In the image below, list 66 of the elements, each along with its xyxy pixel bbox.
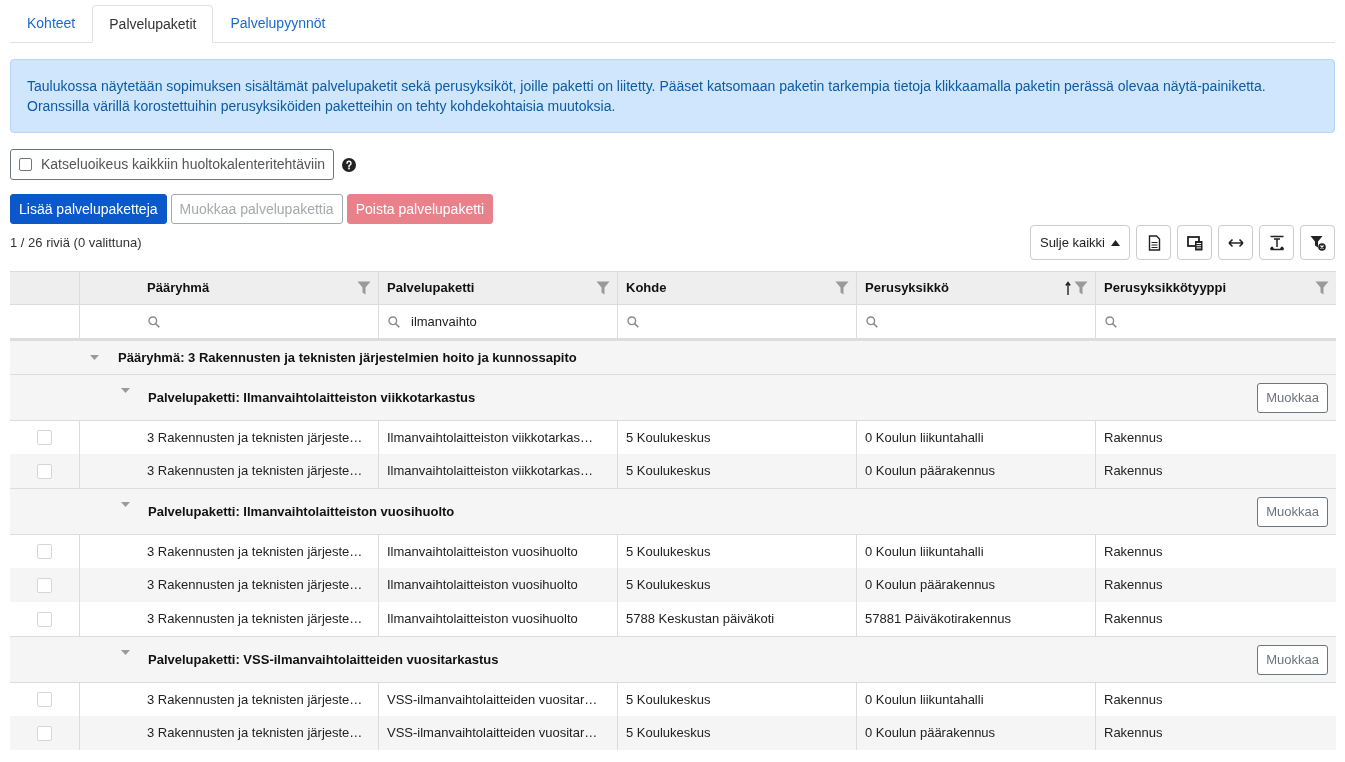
row-checkbox[interactable] — [37, 577, 52, 593]
search-icon — [627, 315, 639, 328]
help-icon[interactable] — [342, 157, 357, 172]
group-label: Palvelupaketti: Ilmanvaihtolaitteiston viikkotarkastus — [148, 388, 476, 407]
edit-button[interactable]: Muokkaa — [1257, 382, 1328, 413]
filter-field[interactable]: ilmanvaihto — [379, 305, 618, 338]
column-header[interactable]: Perusyksikkötyyppi — [1104, 278, 1227, 298]
caret-icon[interactable] — [121, 388, 130, 393]
checkbox[interactable] — [19, 158, 32, 171]
filter-clear-icon — [1309, 234, 1326, 251]
search-icon — [1105, 315, 1117, 328]
column-header[interactable]: Perusyksikkö — [865, 278, 949, 298]
filter-icon[interactable] — [835, 281, 849, 295]
edit-button[interactable]: Muokkaa — [1257, 496, 1328, 527]
tab[interactable]: Palvelupaketit — [92, 5, 214, 43]
table-cell-text: Rakennus — [1103, 428, 1164, 447]
search-icon — [388, 315, 400, 328]
double-arrow-icon — [1227, 237, 1244, 248]
table-cell-text: Rakennus — [1103, 724, 1164, 743]
group-label: Palvelupaketti: Ilmanvaihtolaitteiston vuosihuolto — [148, 502, 455, 521]
group-label: Palvelupaketti: VSS-ilmanvaihtolaitteiden vuositarkastus — [148, 650, 499, 669]
filter-icon[interactable] — [596, 281, 610, 295]
text-height-icon — [1268, 234, 1285, 251]
search-icon — [866, 315, 878, 328]
table-cell: VSS-ilmanvaihtolaitteiden vuositar… — [379, 716, 618, 750]
row-checkbox[interactable] — [37, 725, 52, 741]
collapse-all-button[interactable]: Sulje kaikki — [1029, 225, 1130, 260]
row-checkbox[interactable] — [37, 544, 52, 559]
filter-icon[interactable] — [1315, 281, 1329, 295]
column-header[interactable]: Palvelupaketti — [387, 278, 475, 298]
row-checkbox[interactable] — [37, 463, 52, 479]
column-header[interactable]: Kohde — [626, 278, 667, 298]
row-checkbox[interactable] — [37, 611, 52, 627]
action-button[interactable]: Lisää palvelupaketteja — [10, 194, 167, 224]
panel-icon — [1186, 234, 1203, 251]
tab[interactable]: Palvelupyynnöt — [213, 5, 343, 42]
caret-icon[interactable] — [121, 650, 130, 655]
caret-up-icon — [1111, 239, 1120, 246]
table-cell: 0 Koulun päärakennus — [857, 716, 1096, 750]
filter-icon[interactable] — [357, 281, 371, 295]
table-cell-text: Rakennus — [1103, 542, 1164, 561]
search-icon — [148, 315, 160, 328]
table-cell-text: Rakennus — [1103, 576, 1164, 595]
info-text: Taulukossa näytetään sopimuksen sisältämät palvelupaketit sekä perusyksiköt, joille paketti on liitetty. Pääset katsomaan paketin tarkempia tietoja klikkaamalla paketin perässä olevaa näytä-painiketta. — [27, 77, 1267, 96]
column-header[interactable]: Pääryhmä — [147, 278, 210, 298]
row-count: 1 / 26 riviä (0 valittuna) — [10, 233, 142, 252]
table-cell: 3 Rakennusten ja teknisten järjeste… — [80, 716, 379, 750]
edit-button[interactable]: Muokkaa — [1257, 644, 1328, 675]
row-checkbox[interactable] — [37, 692, 52, 707]
columns-button[interactable] — [1177, 225, 1212, 260]
caret-icon[interactable] — [121, 502, 130, 507]
fit-width-button[interactable] — [1218, 225, 1253, 260]
row-height-button[interactable] — [1259, 225, 1294, 260]
caret-icon[interactable] — [90, 355, 99, 360]
sort-arrow-icon[interactable] — [1065, 280, 1071, 296]
table-cell-text: Rakennus — [1103, 462, 1164, 481]
table-cell: 5 Koulukeskus — [618, 716, 857, 750]
permission-option[interactable]: Katseluoikeus kaikkiin huoltokalenteritehtäviin — [10, 149, 335, 180]
info-text: Oranssilla värillä korostettuihin perusyksiköiden paketteihin on tehty kohdekohtaisia muutoksia. — [27, 97, 617, 116]
table-cell-text: Rakennus — [1103, 690, 1164, 709]
group-label: Pääryhmä: 3 Rakennusten ja teknisten järjestelmien hoito ja kunnossapito — [118, 348, 577, 367]
table-cell-text: Rakennus — [1103, 610, 1164, 629]
tab[interactable]: Kohteet — [10, 5, 93, 42]
row-checkbox[interactable] — [37, 430, 52, 445]
export-button[interactable] — [1136, 225, 1171, 260]
clear-filters-button[interactable] — [1300, 225, 1335, 260]
